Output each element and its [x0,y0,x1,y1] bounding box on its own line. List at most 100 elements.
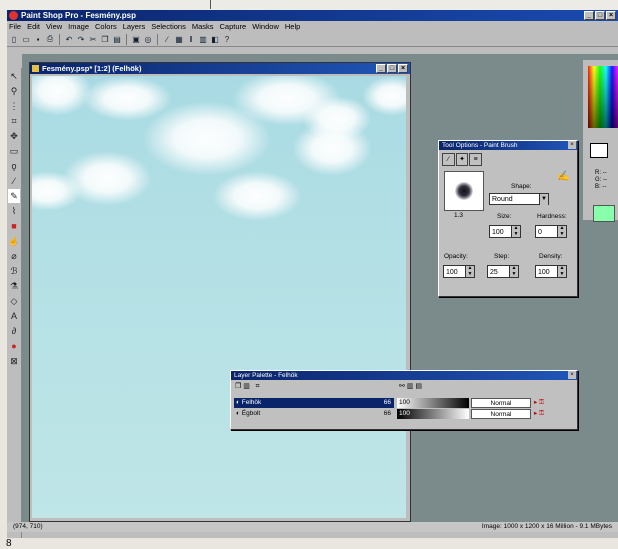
document-titlebar[interactable]: Fesmény.psp* [1:2] (Felhök) _ □ × [30,63,410,74]
density-stepper[interactable]: 100 ▲ ▼ [535,265,567,278]
blend-mode-value: Normal [490,400,512,407]
layer-visibility-icon[interactable]: ◐ [234,410,240,417]
color-replacer-icon[interactable]: ■ [8,219,20,233]
layer-lock-icon[interactable]: ▸ ⚿ [534,409,544,419]
maximize-button[interactable]: □ [595,11,605,20]
zoom-icon[interactable]: ◎ [143,34,153,44]
opacity-stepper[interactable]: 100 ▲ ▼ [443,265,475,278]
blend-mode-select[interactable]: Normal [471,398,531,408]
transparency-toggle[interactable] [593,205,615,222]
cursor-coords: (974, 710) [13,523,43,530]
menu-colors[interactable]: Colors [95,21,117,32]
redo-icon[interactable]: ↷ [76,34,86,44]
chevron-down-icon: ▼ [539,194,548,205]
step-value: 25 [490,269,498,276]
eraser-icon[interactable]: ⌀ [8,249,20,263]
draw-icon[interactable]: ∂ [8,324,20,338]
help-icon[interactable]: ? [222,34,232,44]
mover-icon[interactable]: ✥ [8,129,20,143]
tab-texture-icon[interactable]: ✦ [455,153,469,166]
tab-brush-icon[interactable]: ∕ [442,153,455,166]
close-button[interactable]: × [606,11,616,20]
airbrush-icon[interactable]: ⚗ [8,279,20,293]
app-title: Paint Shop Pro - Fesmény.psp [21,11,136,20]
doc-close-button[interactable]: × [398,64,408,73]
hardness-label: Hardness: [537,213,567,220]
brush-icon[interactable]: ∕ [162,34,172,44]
object-selector-icon[interactable]: ⊠ [8,354,20,368]
new-icon[interactable]: ▯ [9,34,19,44]
selection-icon[interactable]: ▭ [8,144,20,158]
tool-options-close-button[interactable]: × [568,141,576,149]
retouch-icon[interactable]: ☝ [8,234,20,248]
density-label: Density: [539,253,563,260]
menu-help[interactable]: Help [285,21,300,32]
tool-options-titlebar[interactable]: Tool Options - Paint Brush × [439,141,577,150]
image-canvas[interactable] [32,76,406,518]
clone-icon[interactable]: ⌇ [8,204,20,218]
tool-options-title: Tool Options - Paint Brush [442,142,518,149]
app-titlebar[interactable]: Paint Shop Pro - Fesmény.psp _ □ × [7,10,618,21]
layers-icon[interactable]: ▥ [198,34,208,44]
histogram-icon[interactable]: ‖ [186,34,196,44]
undo-icon[interactable]: ↶ [64,34,74,44]
flood-fill-icon[interactable]: ◇ [8,294,20,308]
new-layer-icon[interactable]: ❐ ▥ ⌗ [235,382,260,391]
eyedropper-icon[interactable]: ∕ [8,174,20,188]
size-value: 100 [492,229,504,236]
arrow-icon[interactable]: ↖ [8,69,20,83]
layer-row[interactable]: ◐ Felhök 66 [234,398,394,408]
deformation-icon[interactable]: ⋮ [8,99,20,113]
menu-file[interactable]: File [9,21,21,32]
preset-shapes-icon[interactable]: ● [8,339,20,353]
save-icon[interactable]: ▪ [33,34,43,44]
menu-masks[interactable]: Masks [192,21,214,32]
minimize-button[interactable]: _ [584,11,594,20]
size-stepper[interactable]: 100 ▲ ▼ [489,225,521,238]
layer-opacity-slider[interactable]: 100 [397,409,469,419]
hardness-stepper[interactable]: 0 ▲ ▼ [535,225,567,238]
zoom-icon[interactable]: ⚲ [8,84,20,98]
menu-window[interactable]: Window [252,21,279,32]
menu-edit[interactable]: Edit [27,21,40,32]
layer-link-icon[interactable]: 66 [384,398,391,408]
layer-palette: Layer Palette - Felhök × ❐ ▥ ⌗ ⚯ ▥ ▤ ◐ F… [230,370,578,430]
info-icon[interactable]: ◧ [210,34,220,44]
menu-view[interactable]: View [46,21,62,32]
brush-type-icon[interactable]: ✍ [557,171,569,182]
menu-image[interactable]: Image [68,21,89,32]
brush-preview[interactable] [444,171,484,211]
color-spectrum[interactable] [588,66,618,128]
view-icon[interactable]: ▣ [131,34,141,44]
paintbrush-icon[interactable]: ✎ [8,189,20,203]
layer-visibility-icon[interactable]: ◐ [234,399,240,406]
doc-minimize-button[interactable]: _ [376,64,386,73]
tab-options-icon[interactable]: ≡ [469,153,483,166]
layer-opacity-slider[interactable]: 100 [397,398,469,408]
doc-maximize-button[interactable]: □ [387,64,397,73]
layer-mask-tabs[interactable]: ⚯ ▥ ▤ [399,382,422,390]
picture-tube-icon[interactable]: ℬ [8,264,20,278]
shape-select[interactable]: Round ▼ [489,193,549,205]
print-icon[interactable]: ⎙ [45,34,55,44]
blend-mode-select[interactable]: Normal [471,409,531,419]
palette-icon[interactable]: ▦ [174,34,184,44]
copy-icon[interactable]: ❐ [100,34,110,44]
paste-icon[interactable]: ▤ [112,34,122,44]
layer-lock-icon[interactable]: ▸ ⚿ [534,398,544,408]
density-value: 100 [538,269,550,276]
layer-link-icon[interactable]: 66 [384,409,391,419]
cut-icon[interactable]: ✂ [88,34,98,44]
crop-icon[interactable]: ⌗ [8,114,20,128]
freehand-icon[interactable]: ϙ [8,159,20,173]
foreground-swatch[interactable] [590,143,608,158]
layer-palette-titlebar[interactable]: Layer Palette - Felhök × [231,371,577,380]
text-icon[interactable]: A [8,309,20,323]
layer-row[interactable]: ◐ Égbolt 66 [234,409,394,419]
step-stepper[interactable]: 25 ▲ ▼ [487,265,519,278]
open-icon[interactable]: ▭ [21,34,31,44]
menu-selections[interactable]: Selections [151,21,186,32]
menu-capture[interactable]: Capture [220,21,247,32]
menu-layers[interactable]: Layers [123,21,146,32]
layer-palette-close-button[interactable]: × [568,371,576,379]
